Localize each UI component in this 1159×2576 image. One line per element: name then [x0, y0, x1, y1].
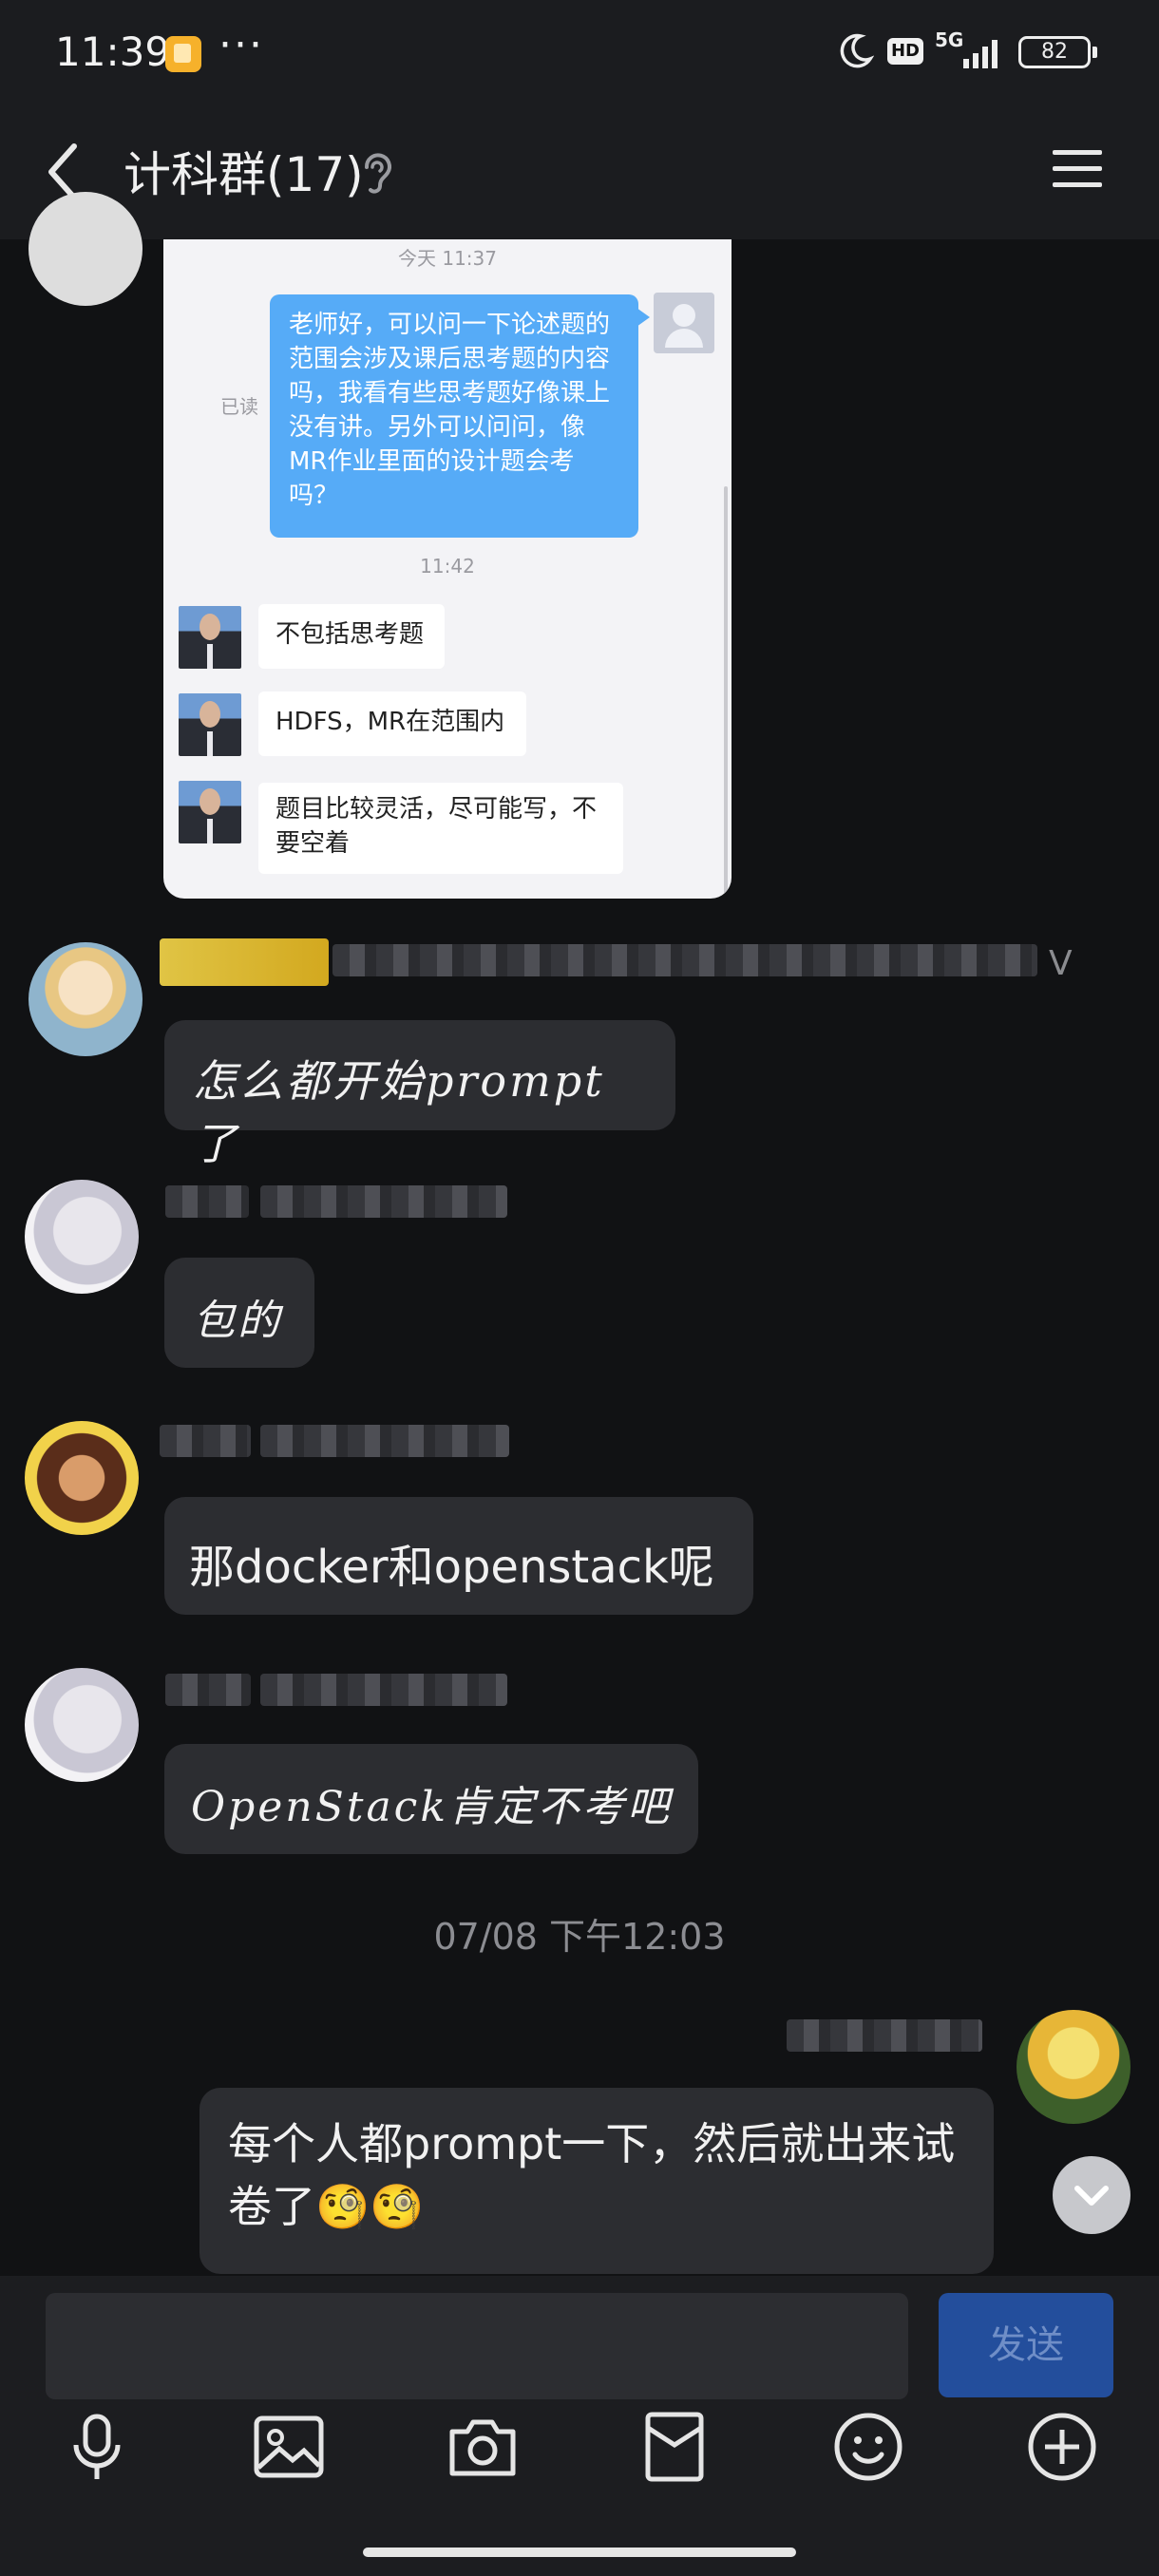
signal-icon — [963, 40, 998, 68]
message-bubble[interactable]: 那docker和openstack呢 — [164, 1497, 753, 1615]
do-not-disturb-icon — [840, 33, 874, 68]
avatar[interactable] — [1016, 2010, 1130, 2124]
screenshot-reply-bubble: 题目比较灵活，尽可能写，不要空着 — [258, 783, 623, 874]
sender-name-blurred — [160, 938, 329, 986]
sender-title-suffix: V — [1049, 944, 1073, 983]
hd-badge: HD — [887, 38, 923, 65]
screenshot-timestamp: 今天 11:37 — [398, 247, 497, 270]
screenshot-question-bubble: 老师好，可以问一下论述题的范围会涉及课后思考题的内容吗，我看有些思考题好像课上没… — [270, 294, 650, 538]
notes-app-icon — [165, 36, 201, 72]
teacher-avatar — [179, 693, 241, 756]
default-avatar-icon — [654, 293, 714, 353]
emoji-icon[interactable] — [830, 2409, 906, 2485]
chat-area[interactable]: 今天 11:37 已读 老师好，可以问一下论述题的范围会涉及课后思考题的内容吗，… — [0, 192, 1159, 2276]
menu-icon[interactable] — [1053, 146, 1102, 190]
teacher-avatar — [179, 781, 241, 843]
message-input[interactable] — [46, 2293, 908, 2399]
sender-name-blurred — [160, 1425, 251, 1457]
message-bubble[interactable]: OpenStack肯定不考吧 — [164, 1744, 698, 1854]
screenshot-reply-bubble: HDFS，MR在范围内 — [258, 691, 526, 756]
battery-indicator: 82 — [1018, 36, 1097, 68]
read-status: 已读 — [220, 395, 258, 418]
avatar[interactable] — [28, 192, 142, 306]
message-bubble[interactable]: 怎么都开始prompt了 — [164, 1020, 675, 1169]
date-separator: 07/08 下午12:03 — [433, 1916, 726, 1958]
shared-screenshot-image[interactable]: 今天 11:37 已读 老师好，可以问一下论述题的范围会涉及课后思考题的内容吗，… — [163, 239, 732, 899]
sender-name-blurred — [165, 1185, 249, 1218]
group-title: 计科群(17) — [124, 147, 364, 202]
sender-title-blurred — [260, 1425, 509, 1457]
sender-title-blurred — [332, 944, 1037, 976]
sender-name-blurred — [165, 1674, 251, 1706]
sender-title-blurred — [260, 1674, 507, 1706]
message-bubble[interactable]: 包的 — [164, 1258, 314, 1368]
screenshot-scrollbar — [724, 486, 728, 895]
chevron-down-icon — [1074, 2186, 1109, 2206]
status-time: 11:39 — [55, 28, 171, 75]
plus-icon[interactable] — [1024, 2409, 1100, 2485]
avatar[interactable] — [25, 1421, 139, 1535]
screenshot-reply-bubble: 不包括思考题 — [258, 604, 445, 669]
status-bar: 11:39 ··· HD 5G 82 — [0, 0, 1159, 104]
avatar[interactable] — [25, 1180, 139, 1294]
more-notifications-icon: ··· — [218, 21, 264, 69]
avatar[interactable] — [25, 1668, 139, 1782]
message-bubble[interactable]: 每个人都prompt一下，然后就出来试卷了🧐🧐 — [200, 2088, 994, 2274]
chat-header: 计科群(17) — [0, 104, 1159, 239]
input-bar: 发送 — [0, 2276, 1159, 2576]
sender-name-blurred — [787, 2019, 982, 2052]
red-packet-icon[interactable] — [636, 2409, 712, 2485]
teacher-avatar — [179, 606, 241, 669]
sender-title-blurred — [260, 1185, 507, 1218]
scroll-to-bottom-button[interactable] — [1053, 2156, 1130, 2234]
ear-icon[interactable] — [359, 148, 393, 196]
avatar[interactable] — [28, 942, 142, 1056]
send-button[interactable]: 发送 — [939, 2293, 1113, 2397]
screenshot-timestamp: 11:42 — [420, 555, 475, 578]
camera-icon[interactable] — [445, 2409, 521, 2485]
home-indicator[interactable] — [363, 2548, 796, 2557]
image-icon[interactable] — [251, 2409, 327, 2485]
microphone-icon[interactable] — [59, 2409, 135, 2485]
